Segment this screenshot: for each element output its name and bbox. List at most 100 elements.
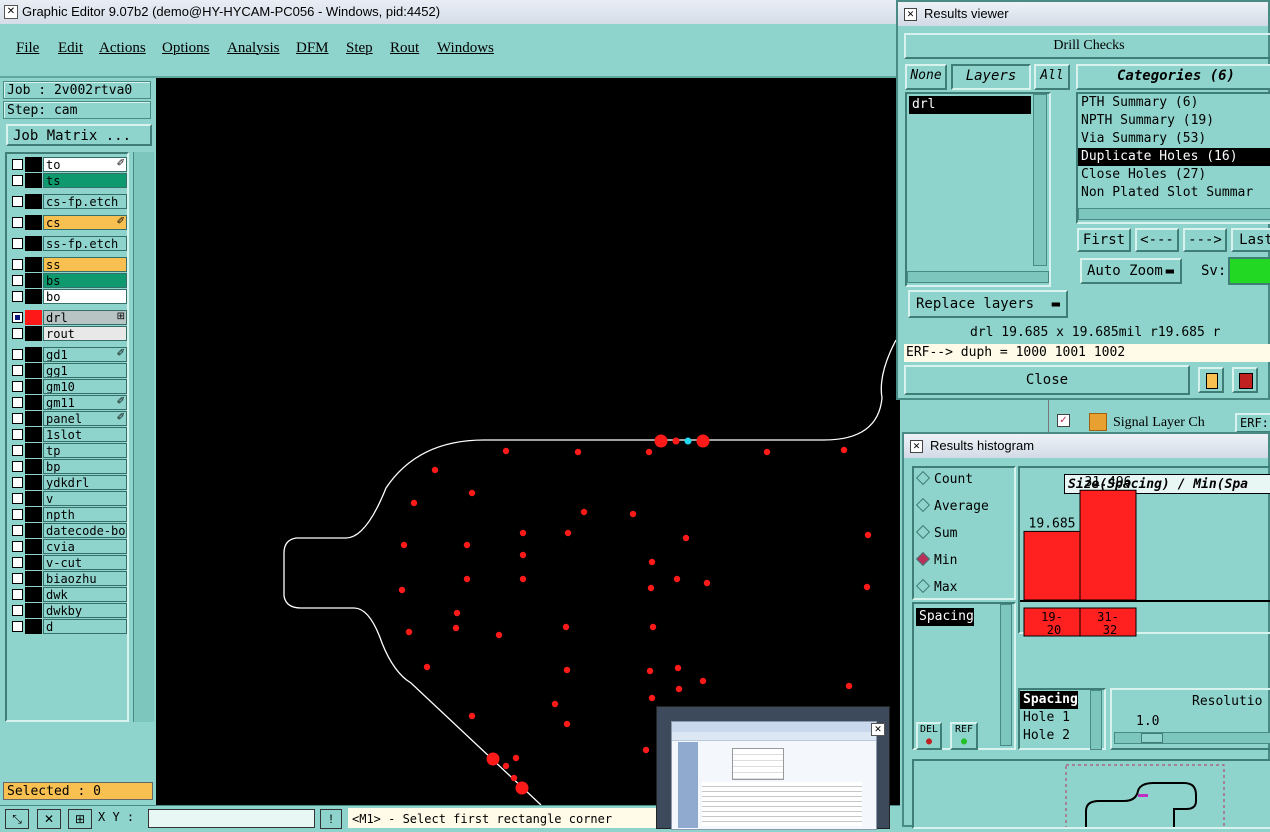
spacing-list[interactable]: Spacing Hole 1 Hole 2 bbox=[1018, 688, 1106, 750]
mode-radio-count[interactable]: Count bbox=[914, 470, 973, 487]
layer-checkbox[interactable] bbox=[12, 557, 23, 568]
layer-checkbox[interactable] bbox=[12, 429, 23, 440]
layers-all-button[interactable]: All bbox=[1034, 64, 1070, 90]
layer-name[interactable]: cvia bbox=[43, 539, 127, 554]
close-button[interactable]: Close bbox=[904, 365, 1190, 395]
layers-none-button[interactable]: None bbox=[905, 64, 947, 90]
layer-row-cvia[interactable]: cvia bbox=[9, 539, 127, 554]
nav-last-button[interactable]: Last bbox=[1231, 228, 1270, 252]
layer-name[interactable]: gm11 bbox=[43, 395, 127, 410]
layer-name[interactable]: panel bbox=[43, 411, 127, 426]
menu-edit[interactable]: Edit bbox=[58, 40, 83, 57]
layer-swatch[interactable] bbox=[25, 603, 42, 618]
spacing-item[interactable]: Spacing bbox=[1020, 691, 1078, 709]
layer-row-dwkby[interactable]: dwkby bbox=[9, 603, 127, 618]
layer-results-list[interactable]: drl bbox=[905, 92, 1051, 287]
nav-prev-button[interactable]: <--- bbox=[1135, 228, 1179, 252]
layer-row-bs[interactable]: bs bbox=[9, 273, 127, 288]
category-item[interactable]: Via Summary (53) bbox=[1078, 130, 1270, 148]
layer-checkbox[interactable] bbox=[12, 275, 23, 286]
layer-row-ts[interactable]: ts bbox=[9, 173, 127, 188]
layer-row-npth[interactable]: npth bbox=[9, 507, 127, 522]
layer-row-ydkdrl[interactable]: ydkdrl bbox=[9, 475, 127, 490]
layer-name[interactable]: ss-fp.etch bbox=[43, 236, 127, 251]
layers-tab[interactable]: Layers bbox=[951, 64, 1031, 90]
layer-swatch[interactable] bbox=[25, 215, 42, 230]
layer-list-scrollbar[interactable] bbox=[133, 152, 154, 722]
menu-windows[interactable]: Windows bbox=[437, 40, 494, 57]
layer-checkbox[interactable] bbox=[12, 175, 23, 186]
layer-result-item[interactable]: drl bbox=[909, 96, 1031, 114]
layer-swatch[interactable] bbox=[25, 411, 42, 426]
layer-name[interactable]: d bbox=[43, 619, 127, 634]
layer-checkbox[interactable] bbox=[12, 541, 23, 552]
layer-row-drl[interactable]: drl ⊞ bbox=[9, 310, 127, 325]
layer-row-cs[interactable]: cs ✐ bbox=[9, 215, 127, 230]
resolution-slider[interactable] bbox=[1114, 732, 1270, 744]
layer-checkbox[interactable] bbox=[12, 397, 23, 408]
layer-swatch[interactable] bbox=[25, 475, 42, 490]
source-list-scrollbar[interactable] bbox=[1000, 604, 1012, 746]
mode-radio-max[interactable]: Max bbox=[914, 578, 957, 595]
erf-button[interactable]: ERF: bbox=[1235, 413, 1270, 433]
ref-button[interactable]: REF ● bbox=[950, 722, 978, 750]
graphic-canvas[interactable] bbox=[156, 78, 900, 806]
layer-list-scrollbar[interactable] bbox=[1033, 94, 1047, 266]
job-matrix-button[interactable]: Job Matrix ... bbox=[6, 124, 152, 146]
layer-checkbox[interactable] bbox=[12, 259, 23, 270]
layer-swatch[interactable] bbox=[25, 379, 42, 394]
severity-color[interactable] bbox=[1228, 257, 1270, 285]
layer-checkbox[interactable] bbox=[12, 573, 23, 584]
layer-row-gd1[interactable]: gd1 ✐ bbox=[9, 347, 127, 362]
layer-checkbox[interactable] bbox=[12, 525, 23, 536]
layer-name[interactable]: dwk bbox=[43, 587, 127, 602]
layer-swatch[interactable] bbox=[25, 491, 42, 506]
layer-checkbox[interactable] bbox=[12, 365, 23, 376]
nav-first-button[interactable]: First bbox=[1077, 228, 1131, 252]
layer-name[interactable]: cs-fp.etch bbox=[43, 194, 127, 209]
layer-checkbox[interactable] bbox=[12, 159, 23, 170]
checkbox-icon[interactable]: ✓ bbox=[1057, 414, 1070, 427]
layer-checkbox[interactable] bbox=[12, 349, 23, 360]
category-item[interactable]: Non Plated Slot Summar bbox=[1078, 184, 1270, 202]
menu-options[interactable]: Options bbox=[162, 40, 210, 57]
layer-row-to[interactable]: to ✐ bbox=[9, 157, 127, 172]
menu-analysis[interactable]: Analysis bbox=[227, 40, 280, 57]
layer-checkbox[interactable] bbox=[12, 217, 23, 228]
layer-name[interactable]: ts bbox=[43, 173, 127, 188]
layer-checkbox[interactable] bbox=[12, 445, 23, 456]
xy-field[interactable] bbox=[148, 809, 315, 828]
layer-name[interactable]: dwkby bbox=[43, 603, 127, 618]
layer-name[interactable]: 1slot bbox=[43, 427, 127, 442]
layer-name[interactable]: gd1 bbox=[43, 347, 127, 362]
layer-checkbox[interactable] bbox=[12, 621, 23, 632]
menu-rout[interactable]: Rout bbox=[390, 40, 419, 57]
replace-layers-dropdown[interactable]: Replace layers ▬ bbox=[908, 290, 1068, 318]
category-list-hscrollbar[interactable] bbox=[1078, 208, 1270, 220]
layer-row-v-cut[interactable]: v-cut bbox=[9, 555, 127, 570]
layer-checkbox[interactable] bbox=[12, 238, 23, 249]
layer-name[interactable]: drl bbox=[43, 310, 127, 325]
layer-row-gg1[interactable]: gg1 bbox=[9, 363, 127, 378]
category-item[interactable]: Duplicate Holes (16) bbox=[1078, 148, 1270, 166]
layer-checkbox[interactable] bbox=[12, 381, 23, 392]
del-button[interactable]: DEL ● bbox=[916, 722, 942, 750]
layer-swatch[interactable] bbox=[25, 587, 42, 602]
layer-name[interactable]: biaozhu bbox=[43, 571, 127, 586]
layer-checkbox[interactable] bbox=[12, 196, 23, 207]
category-list[interactable]: PTH Summary (6) NPTH Summary (19) Via Summ… bbox=[1076, 92, 1270, 224]
layer-swatch[interactable] bbox=[25, 347, 42, 362]
layer-checkbox[interactable] bbox=[12, 413, 23, 424]
grid-icon[interactable]: ⊞ bbox=[68, 809, 92, 829]
layer-row-panel[interactable]: panel ✐ bbox=[9, 411, 127, 426]
layer-swatch[interactable] bbox=[25, 273, 42, 288]
layer-checkbox[interactable] bbox=[12, 605, 23, 616]
layer-swatch[interactable] bbox=[25, 257, 42, 272]
layer-name[interactable]: gg1 bbox=[43, 363, 127, 378]
layer-checkbox[interactable] bbox=[12, 477, 23, 488]
layer-checkbox[interactable] bbox=[12, 291, 23, 302]
layer-row-ss[interactable]: ss bbox=[9, 257, 127, 272]
report-icon[interactable] bbox=[1232, 367, 1258, 393]
layer-swatch[interactable] bbox=[25, 539, 42, 554]
layer-row-bo[interactable]: bo bbox=[9, 289, 127, 304]
